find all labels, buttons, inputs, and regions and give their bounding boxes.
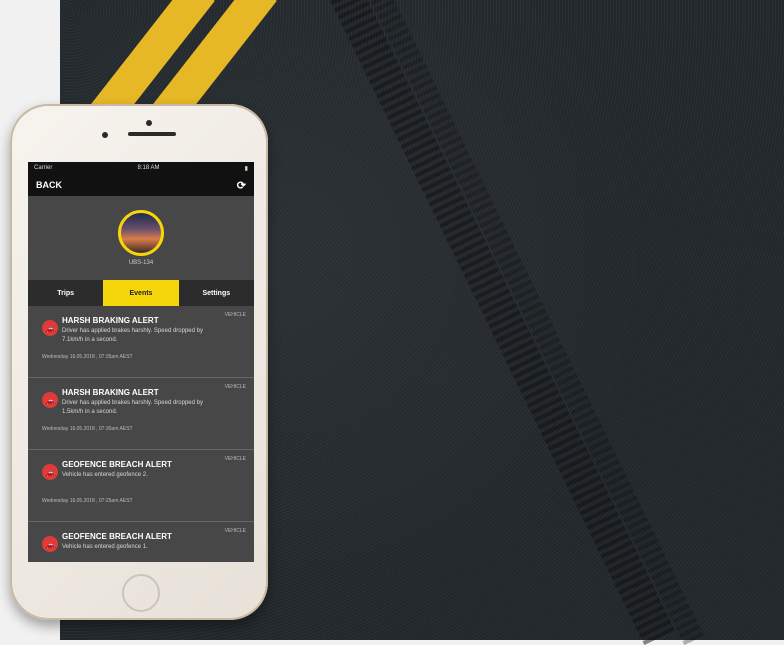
alert-description: Vehicle has entered geofence 1. [62, 544, 148, 550]
vehicle-id: UBS-134 [128, 260, 154, 266]
tab-settings[interactable]: Settings [179, 280, 254, 306]
alert-item[interactable]: 🚗 VEHICLE GEOFENCE BREACH ALERT Vehicle … [28, 450, 254, 522]
battery-icon: ▮ [244, 165, 248, 172]
earpiece-speaker [128, 132, 176, 136]
vehicle-avatar[interactable] [118, 210, 164, 256]
alert-title: GEOFENCE BREACH ALERT [62, 532, 172, 541]
alert-datetime: Wednesday 16.05.2018 , 07:30am AEST [42, 426, 133, 432]
alert-description: Driver has applied brakes harshly. Speed… [62, 328, 203, 343]
alert-vehicle-label: VEHICLE [224, 456, 246, 462]
status-bar: Carrier 8:18 AM ▮ [28, 162, 254, 174]
alert-title: HARSH BRAKING ALERT [62, 316, 159, 325]
alert-item[interactable]: 🚗 VEHICLE GEOFENCE BREACH ALERT Vehicle … [28, 522, 254, 562]
alert-description: Vehicle has entered geofence 2. [62, 472, 148, 478]
back-button[interactable]: BACK [36, 180, 62, 190]
car-icon: 🚗 [42, 536, 58, 552]
alert-vehicle-label: VEHICLE [224, 528, 246, 534]
alert-item[interactable]: 🚗 VEHICLE HARSH BRAKING ALERT Driver has… [28, 378, 254, 450]
home-button[interactable] [122, 574, 160, 612]
car-icon: 🚗 [42, 320, 58, 336]
phone-screen: Carrier 8:18 AM ▮ BACK ⟳ UBS-134 Trips E… [28, 162, 254, 562]
events-list: 🚗 VEHICLE HARSH BRAKING ALERT Driver has… [28, 306, 254, 562]
tab-trips[interactable]: Trips [28, 280, 103, 306]
carrier-label: Carrier [34, 165, 53, 171]
tire-track [320, 0, 675, 645]
alert-title: GEOFENCE BREACH ALERT [62, 460, 172, 469]
vehicle-profile: UBS-134 [28, 196, 254, 280]
alert-title: HARSH BRAKING ALERT [62, 388, 159, 397]
alert-vehicle-label: VEHICLE [224, 312, 246, 318]
alert-vehicle-label: VEHICLE [224, 384, 246, 390]
phone-device: Carrier 8:18 AM ▮ BACK ⟳ UBS-134 Trips E… [10, 104, 268, 620]
alert-datetime: Wednesday 16.05.2018 , 07:35am AEST [42, 354, 133, 360]
alert-description: Driver has applied brakes harshly. Speed… [62, 400, 203, 415]
alert-datetime: Wednesday 16.05.2018 , 07:25am AEST [42, 498, 133, 504]
nav-bar: BACK ⟳ [28, 174, 254, 196]
alert-item[interactable]: 🚗 VEHICLE HARSH BRAKING ALERT Driver has… [28, 306, 254, 378]
car-icon: 🚗 [42, 464, 58, 480]
tab-events[interactable]: Events [103, 280, 179, 306]
front-camera [146, 120, 152, 126]
tab-bar: Trips Events Settings [28, 280, 254, 306]
status-time: 8:18 AM [137, 165, 160, 171]
car-icon: 🚗 [42, 392, 58, 408]
front-sensor [102, 132, 108, 138]
refresh-icon[interactable]: ⟳ [237, 179, 246, 192]
